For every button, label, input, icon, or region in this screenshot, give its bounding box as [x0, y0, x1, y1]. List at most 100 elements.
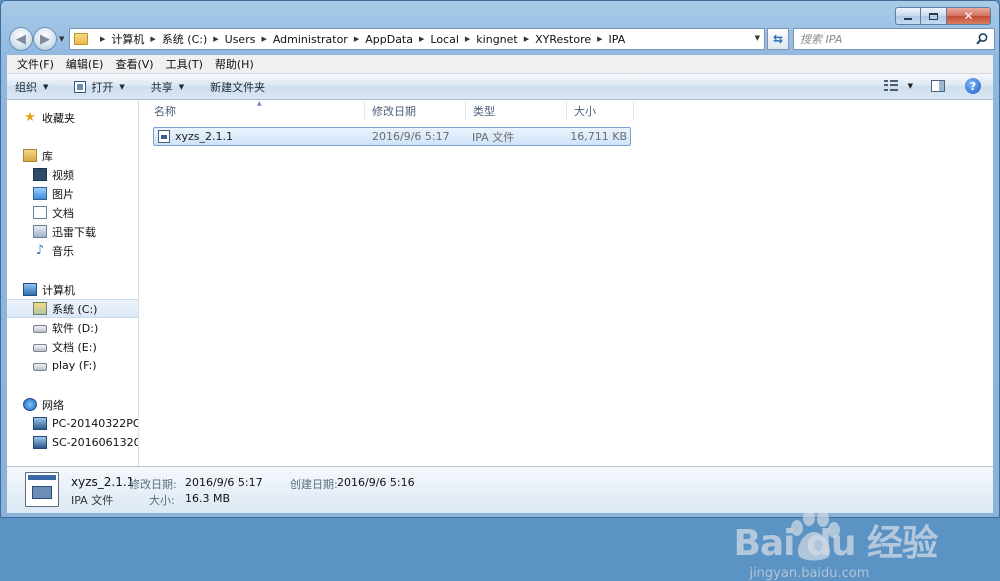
- nav-favorites[interactable]: ★ 收藏夹: [7, 108, 138, 127]
- column-header-modified[interactable]: 修改日期: [366, 101, 466, 121]
- nav-computer[interactable]: 计算机: [7, 280, 138, 299]
- folder-icon: [74, 33, 88, 45]
- column-header-size[interactable]: 大小: [568, 101, 634, 121]
- breadcrumb-users[interactable]: Users: [225, 33, 256, 46]
- nav-network[interactable]: 网络: [7, 395, 138, 414]
- nav-item-label: 视频: [52, 168, 74, 182]
- nav-drive-f[interactable]: play (F:): [7, 356, 138, 375]
- share-button[interactable]: 共享 ▼: [151, 79, 184, 95]
- breadcrumb-system-c[interactable]: 系统 (C:): [162, 31, 207, 47]
- view-dropdown-icon[interactable]: ▼: [908, 82, 913, 90]
- nav-item-label: 文档: [52, 206, 74, 220]
- breadcrumb-computer[interactable]: 计算机: [111, 31, 144, 47]
- chevron-right-icon[interactable]: ▶: [213, 35, 218, 43]
- menu-tools[interactable]: 工具(T): [160, 56, 209, 72]
- nav-libraries[interactable]: 库: [7, 146, 138, 165]
- chevron-right-icon[interactable]: ▶: [524, 35, 529, 43]
- nav-drive-d[interactable]: 软件 (D:): [7, 318, 138, 337]
- picture-icon: [33, 187, 47, 200]
- menu-view[interactable]: 查看(V): [109, 56, 159, 72]
- column-header-name[interactable]: 名称: [148, 101, 365, 121]
- network-computer-icon: [33, 417, 47, 430]
- nav-item-label: play (F:): [52, 359, 97, 372]
- menu-help[interactable]: 帮助(H): [209, 56, 260, 72]
- breadcrumb-kingnet[interactable]: kingnet: [476, 33, 517, 46]
- details-created-label: 创建日期:: [290, 478, 338, 491]
- nav-item-videos[interactable]: 视频: [7, 165, 138, 184]
- hard-drive-icon: [33, 325, 47, 333]
- nav-item-music[interactable]: ♪ 音乐: [7, 241, 138, 260]
- chevron-right-icon[interactable]: ▶: [100, 35, 105, 43]
- nav-network-pc-1[interactable]: PC-20140322POKS: [7, 414, 138, 433]
- organize-label: 组织: [15, 80, 37, 94]
- nav-item-label: 系统 (C:): [52, 302, 98, 316]
- details-size-value: 16.3 MB: [185, 492, 231, 505]
- details-modified-label: 修改日期:: [129, 478, 177, 491]
- hard-drive-icon: [33, 344, 47, 352]
- system-drive-icon: [33, 302, 47, 315]
- nav-computer-label: 计算机: [42, 283, 75, 297]
- breadcrumb-appdata[interactable]: AppData: [365, 33, 413, 46]
- help-icon[interactable]: ?: [965, 78, 981, 94]
- details-created-value: 2016/9/6 5:16: [337, 476, 415, 489]
- chevron-right-icon[interactable]: ▶: [419, 35, 424, 43]
- search-box: [793, 28, 995, 50]
- ipa-file-icon: [158, 130, 170, 143]
- maximize-icon: [929, 12, 938, 20]
- open-icon: [74, 80, 87, 93]
- view-controls: ▼ ?: [883, 78, 981, 94]
- file-list[interactable]: ▲ 名称 修改日期 类型 大小 xyzs_2.1.1 2016/9/6 5:17…: [140, 100, 993, 466]
- ipa-file-large-icon: [25, 472, 59, 507]
- chevron-right-icon[interactable]: ▶: [261, 35, 266, 43]
- watermark-main: Bai du 经验: [733, 523, 938, 564]
- libraries-group: 库 视频 图片 文档 迅雷下载 ♪ 音乐: [7, 146, 138, 260]
- table-row[interactable]: xyzs_2.1.1 2016/9/6 5:17 IPA 文件 16,711 K…: [153, 127, 631, 146]
- file-name: xyzs_2.1.1: [175, 130, 234, 143]
- nav-drive-c[interactable]: 系统 (C:): [7, 299, 138, 318]
- minimize-button[interactable]: [895, 7, 921, 25]
- nav-item-label: 软件 (D:): [52, 321, 99, 335]
- column-header-type[interactable]: 类型: [467, 101, 567, 121]
- chevron-right-icon[interactable]: ▶: [597, 35, 602, 43]
- navigation-pane[interactable]: ★ 收藏夹 库 视频 图片 文档 迅雷下载 ♪ 音乐 计算机 系统 (C:) 软…: [7, 100, 139, 466]
- nav-network-pc-2[interactable]: SC-201606132015: [7, 433, 138, 452]
- recent-pages-dropdown[interactable]: ▼: [59, 35, 64, 43]
- view-options-icon[interactable]: [883, 80, 900, 92]
- breadcrumb-administrator[interactable]: Administrator: [273, 33, 348, 46]
- forward-button[interactable]: ▶: [33, 27, 57, 51]
- address-dropdown-icon[interactable]: ▼: [755, 34, 760, 42]
- close-button[interactable]: ✕: [947, 7, 991, 25]
- command-bar: 组织 ▼ 打开 ▼ 共享 ▼ 新建文件夹 ▼ ?: [7, 74, 993, 100]
- open-button[interactable]: 打开 ▼: [74, 79, 125, 95]
- nav-item-pictures[interactable]: 图片: [7, 184, 138, 203]
- star-icon: ★: [24, 110, 36, 125]
- preview-pane-icon[interactable]: [931, 80, 945, 92]
- chevron-right-icon[interactable]: ▶: [354, 35, 359, 43]
- menu-file[interactable]: 文件(F): [11, 56, 60, 72]
- organize-button[interactable]: 组织 ▼: [15, 79, 48, 95]
- refresh-button[interactable]: ⇆: [767, 28, 789, 50]
- chevron-right-icon[interactable]: ▶: [150, 35, 155, 43]
- details-file-name: xyzs_2.1.1: [71, 475, 135, 489]
- nav-item-label: 图片: [52, 187, 74, 201]
- refresh-icon: ⇆: [772, 32, 784, 46]
- file-size: 16,711 KB: [570, 130, 627, 143]
- new-folder-button[interactable]: 新建文件夹: [210, 79, 265, 95]
- nav-drive-e[interactable]: 文档 (E:): [7, 337, 138, 356]
- nav-libraries-label: 库: [42, 149, 53, 163]
- chevron-right-icon[interactable]: ▶: [465, 35, 470, 43]
- document-icon: [33, 206, 47, 219]
- menu-edit[interactable]: 编辑(E): [60, 56, 110, 72]
- nav-item-xunlei-downloads[interactable]: 迅雷下载: [7, 222, 138, 241]
- search-input[interactable]: [794, 29, 964, 49]
- breadcrumb-xyrestore[interactable]: XYRestore: [535, 33, 591, 46]
- nav-item-documents[interactable]: 文档: [7, 203, 138, 222]
- details-pane: xyzs_2.1.1 IPA 文件 修改日期: 2016/9/6 5:17 创建…: [7, 466, 993, 513]
- search-icon[interactable]: [975, 32, 989, 46]
- maximize-button[interactable]: [921, 7, 947, 25]
- breadcrumb-local[interactable]: Local: [430, 33, 459, 46]
- breadcrumb-ipa[interactable]: IPA: [609, 33, 626, 46]
- network-icon: [23, 398, 37, 411]
- address-bar[interactable]: ▶ 计算机 ▶ 系统 (C:) ▶ Users ▶ Administrator …: [69, 28, 765, 50]
- back-button[interactable]: ◀: [9, 27, 33, 51]
